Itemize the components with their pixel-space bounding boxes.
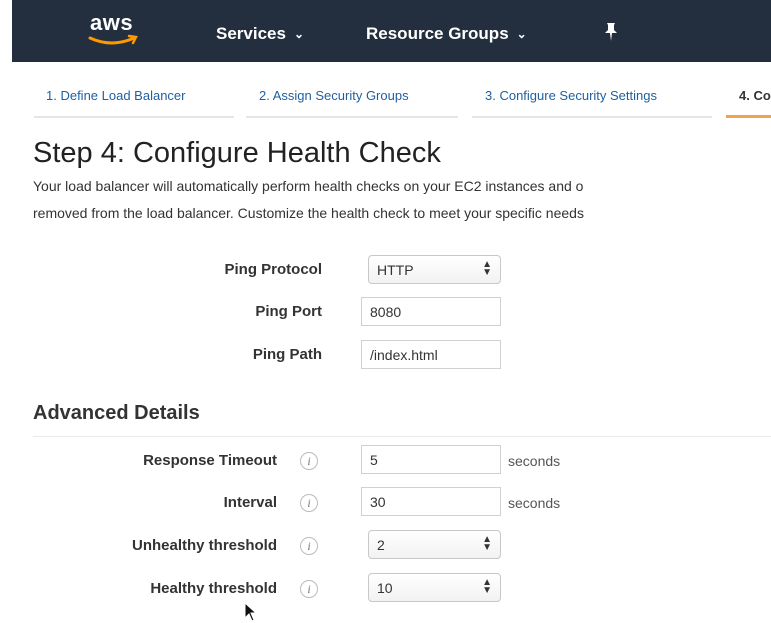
ping-path-label: Ping Path [252,346,322,363]
pin-icon[interactable] [602,22,620,42]
healthy-threshold-select[interactable]: 10 ▲ ▼ [368,573,501,602]
response-timeout-unit: seconds [508,453,561,469]
info-icon[interactable]: i [300,452,318,470]
aws-logo-text: aws [90,10,134,35]
resource-groups-menu-label: Resource Groups [366,24,509,43]
active-tab-underline [726,115,771,118]
resource-groups-menu[interactable]: Resource Groups ⌄ [366,24,527,44]
chevron-down-icon: ⌄ [293,27,305,41]
left-edge-strip [0,0,12,62]
select-arrows-icon: ▲ ▼ [482,259,492,278]
healthy-threshold-value: 10 [377,580,393,596]
interval-unit: seconds [508,495,561,511]
tab-underline [472,116,712,118]
page-description-line-1: Your load balancer will automatically pe… [33,178,584,194]
unhealthy-threshold-select[interactable]: 2 ▲ ▼ [368,530,501,559]
select-arrows-icon: ▲ ▼ [482,534,492,553]
tab-underline [246,116,458,118]
select-arrows-icon: ▲ ▼ [482,577,492,596]
wizard-step-configure-health-check[interactable]: 4. Co [739,88,771,103]
top-nav-bar: aws Services ⌄ Resource Groups ⌄ [0,0,771,62]
info-icon[interactable]: i [300,580,318,598]
services-menu[interactable]: Services ⌄ [216,24,304,44]
page-title: Step 4: Configure Health Check [33,137,441,169]
aws-smile-icon [88,34,138,45]
response-timeout-input[interactable]: 5 [361,445,501,474]
aws-logo[interactable]: aws [86,10,146,52]
ping-port-label: Ping Port [255,303,322,320]
ping-port-input[interactable]: 8080 [361,297,501,326]
chevron-down-icon: ⌄ [516,27,527,41]
interval-label: Interval [223,494,277,511]
wizard-step-define-load-balancer[interactable]: 1. Define Load Balancer [46,88,185,103]
healthy-threshold-label: Healthy threshold [150,580,277,597]
interval-input[interactable]: 30 [361,487,501,516]
info-icon[interactable]: i [300,537,318,555]
services-menu-label: Services [216,24,286,43]
unhealthy-threshold-label: Unhealthy threshold [131,537,277,554]
info-icon[interactable]: i [300,494,318,512]
ping-path-input[interactable]: /index.html [361,340,501,369]
page-description-line-2: removed from the load balancer. Customiz… [33,205,584,221]
section-divider [33,436,771,437]
ping-protocol-select[interactable]: HTTP ▲ ▼ [368,255,501,284]
advanced-details-heading: Advanced Details [33,402,200,424]
mouse-cursor-icon [244,602,258,622]
unhealthy-threshold-value: 2 [377,537,385,553]
wizard-step-assign-security-groups[interactable]: 2. Assign Security Groups [259,88,409,103]
tab-underline [34,116,234,118]
wizard-step-configure-security-settings[interactable]: 3. Configure Security Settings [485,88,657,103]
ping-protocol-value: HTTP [377,262,414,278]
response-timeout-label: Response Timeout [143,452,277,469]
ping-protocol-label: Ping Protocol [224,261,323,278]
